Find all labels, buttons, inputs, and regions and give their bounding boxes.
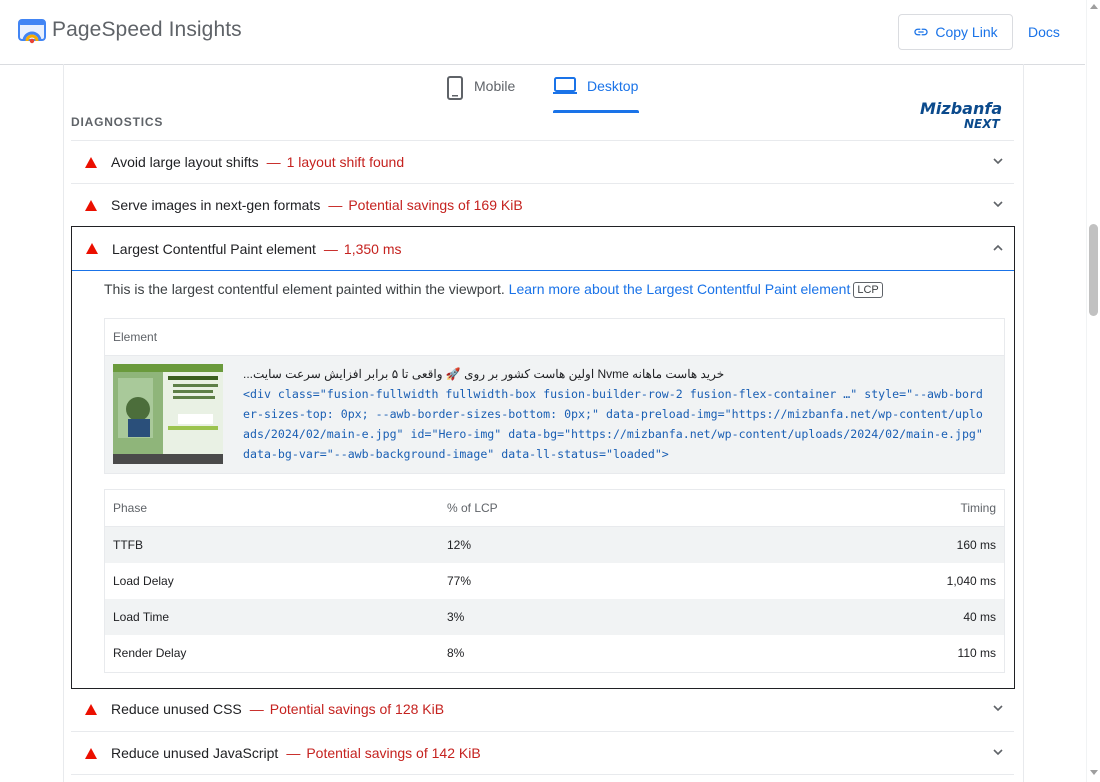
audit-unused-css[interactable]: Reduce unused CSS — Potential savings of… (71, 688, 1014, 730)
audit-detail: Potential savings of 169 KiB (348, 197, 523, 213)
header-percent: % of LCP (447, 501, 498, 515)
phase-percent: 8% (447, 646, 465, 660)
audit-title: Reduce unused CSS (111, 701, 242, 717)
phase-timing: 1,040 ms (946, 574, 996, 588)
phase-name: Load Time (113, 610, 170, 624)
phone-icon (447, 76, 463, 100)
audit-detail: 1 layout shift found (286, 154, 405, 170)
tab-desktop-label: Desktop (587, 78, 639, 94)
lcp-badge: LCP (853, 282, 883, 298)
copy-link-button[interactable]: Copy Link (898, 14, 1013, 50)
fail-triangle-icon (85, 199, 97, 211)
phase-table: Phase % of LCP Timing TTFB 12% 160 ms Lo… (104, 489, 1005, 673)
fail-triangle-icon (85, 747, 97, 759)
phase-name: Render Delay (113, 646, 187, 660)
audit-title: Serve images in next-gen formats (111, 197, 321, 213)
svg-text:NEXT: NEXT (964, 117, 1000, 130)
phase-table-header: Phase % of LCP Timing (105, 490, 1004, 527)
app-title[interactable]: PageSpeed Insights (52, 18, 242, 42)
header-phase: Phase (113, 501, 148, 515)
table-row: Load Delay 77% 1,040 ms (105, 563, 1004, 599)
audit-detail: 1,350 ms (343, 240, 402, 257)
chevron-down-icon[interactable] (992, 198, 1004, 210)
audit-title: Avoid large layout shifts (111, 154, 259, 170)
laptop-icon (553, 77, 577, 94)
active-tab-indicator (553, 110, 639, 113)
divider (71, 774, 1014, 775)
audit-separator: — (266, 154, 281, 170)
phase-timing: 40 ms (963, 610, 996, 624)
tab-mobile-label: Mobile (474, 78, 516, 94)
header-timing: Timing (960, 501, 996, 515)
audit-next-gen-images[interactable]: Serve images in next-gen formats — Poten… (71, 183, 1014, 226)
audit-separator: — (286, 745, 301, 761)
audit-separator: — (323, 240, 338, 257)
chevron-up-icon[interactable] (992, 242, 1004, 254)
table-row: TTFB 12% 160 ms (105, 527, 1004, 563)
fail-triangle-icon (86, 243, 98, 254)
phase-timing: 110 ms (957, 646, 996, 660)
audit-layout-shifts[interactable]: Avoid large layout shifts — 1 layout shi… (71, 140, 1014, 183)
chevron-down-icon[interactable] (992, 746, 1004, 758)
phase-name: TTFB (113, 538, 143, 552)
audit-unused-javascript[interactable]: Reduce unused JavaScript — Potential sav… (71, 731, 1014, 774)
element-snippet: <div class="fusion-fullwidth fullwidth-b… (243, 387, 983, 461)
scroll-thumb[interactable] (1089, 224, 1098, 316)
element-label: خرید هاست ماهانه Nvme اولین هاست کشور بر… (243, 367, 725, 381)
diagnostics-section-title: DIAGNOSTICS (71, 115, 164, 129)
mizbanfa-watermark-logo: Mizbanfa NEXT (920, 99, 1002, 130)
audit-description: This is the largest contentful element p… (104, 281, 883, 298)
phase-timing: 160 ms (956, 538, 996, 552)
copy-link-label: Copy Link (935, 24, 998, 40)
element-table-header: Element (105, 319, 1004, 356)
fail-triangle-icon (85, 703, 97, 715)
element-text: خرید هاست ماهانه Nvme اولین هاست کشور بر… (243, 365, 983, 464)
page-scrollbar[interactable] (1086, 0, 1100, 782)
description-text: This is the largest contentful element p… (104, 281, 505, 297)
audit-separator: — (249, 701, 264, 717)
table-row: Render Delay 8% 110 ms (105, 635, 1004, 671)
thumbnail-image (113, 364, 223, 464)
docs-link[interactable]: Docs (1028, 24, 1060, 40)
link-icon (914, 28, 929, 36)
audit-lcp-header[interactable]: Largest Contentful Paint element — 1,350… (72, 227, 1014, 271)
audit-detail: Potential savings of 142 KiB (306, 745, 481, 761)
fail-triangle-icon (85, 156, 97, 168)
audit-separator: — (328, 197, 343, 213)
phase-percent: 77% (447, 574, 472, 588)
element-row[interactable]: خرید هاست ماهانه Nvme اولین هاست کشور بر… (105, 356, 1004, 473)
top-app-bar: PageSpeed Insights Copy Link Docs (0, 0, 1085, 65)
audit-title: Largest Contentful Paint element (112, 240, 316, 257)
audit-detail: Potential savings of 128 KiB (269, 701, 445, 717)
learn-more-link[interactable]: Learn more about the Largest Contentful … (509, 281, 851, 297)
chevron-down-icon[interactable] (992, 155, 1004, 167)
audit-lcp-element-expanded: Largest Contentful Paint element — 1,350… (71, 226, 1015, 689)
svg-text:Mizbanfa: Mizbanfa (920, 99, 1002, 118)
element-table: Element خرید هاست ماهانه Nvme اولین هاست… (104, 318, 1005, 474)
phase-name: Load Delay (113, 574, 174, 588)
element-screenshot-thumbnail[interactable] (113, 364, 223, 464)
pagespeed-logo-icon[interactable] (18, 17, 46, 45)
scroll-down-arrow-icon[interactable] (1090, 770, 1098, 775)
scroll-up-arrow-icon[interactable] (1090, 4, 1098, 9)
table-row: Load Time 3% 40 ms (105, 599, 1004, 635)
phase-percent: 12% (447, 538, 472, 552)
phase-percent: 3% (447, 610, 465, 624)
tab-mobile[interactable]: Mobile (446, 76, 516, 118)
audit-title: Reduce unused JavaScript (111, 745, 279, 761)
chevron-down-icon[interactable] (992, 702, 1004, 714)
